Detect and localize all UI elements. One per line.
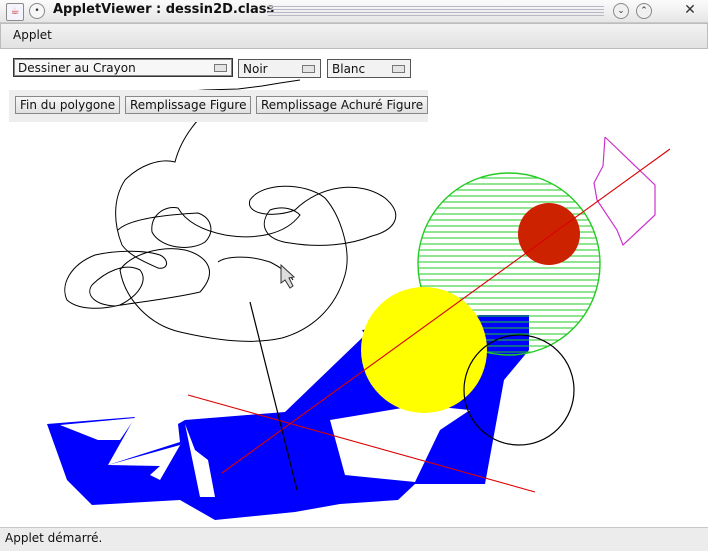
- close-icon[interactable]: ✕: [683, 3, 697, 17]
- window-menu-icon[interactable]: •: [29, 3, 45, 19]
- dropdown-arrow-icon: [392, 65, 405, 73]
- java-icon: ☕: [6, 3, 24, 21]
- drawing-canvas[interactable]: [0, 0, 708, 550]
- hatch-fill-figure-button[interactable]: Remplissage Achuré Figure: [256, 96, 429, 114]
- end-polygon-button[interactable]: Fin du polygone: [15, 96, 121, 114]
- fill-figure-button[interactable]: Remplissage Figure: [125, 96, 252, 114]
- minimize-icon[interactable]: ⌄: [613, 3, 629, 19]
- mouse-pointer-icon: [280, 263, 296, 289]
- red-filled-circle: [518, 203, 580, 265]
- freehand-scribble: [64, 119, 397, 342]
- fill-color-select[interactable]: Blanc: [327, 59, 411, 78]
- drawing-mode-value: Dessiner au Crayon: [18, 61, 136, 75]
- status-bar: Applet démarré.: [0, 527, 708, 551]
- menu-bar: Applet: [0, 23, 708, 49]
- dropdown-arrow-icon: [214, 64, 227, 72]
- menu-applet[interactable]: Applet: [13, 28, 52, 42]
- magenta-polygon: [593, 136, 656, 247]
- dropdown-arrow-icon: [302, 65, 315, 73]
- status-text: Applet démarré.: [5, 531, 103, 545]
- maximize-icon[interactable]: ⌃: [636, 3, 652, 19]
- window-title: AppletViewer : dessin2D.class: [53, 2, 275, 17]
- stroke-color-value: Noir: [243, 62, 268, 76]
- fill-color-value: Blanc: [332, 62, 366, 76]
- window-titlebar[interactable]: ☕ • AppletViewer : dessin2D.class ⌄ ⌃ ✕: [0, 0, 708, 23]
- stroke-color-select[interactable]: Noir: [238, 59, 321, 78]
- drawing-mode-select[interactable]: Dessiner au Crayon: [13, 58, 233, 77]
- titlebar-grip: [268, 6, 604, 16]
- yellow-filled-circle: [361, 287, 487, 413]
